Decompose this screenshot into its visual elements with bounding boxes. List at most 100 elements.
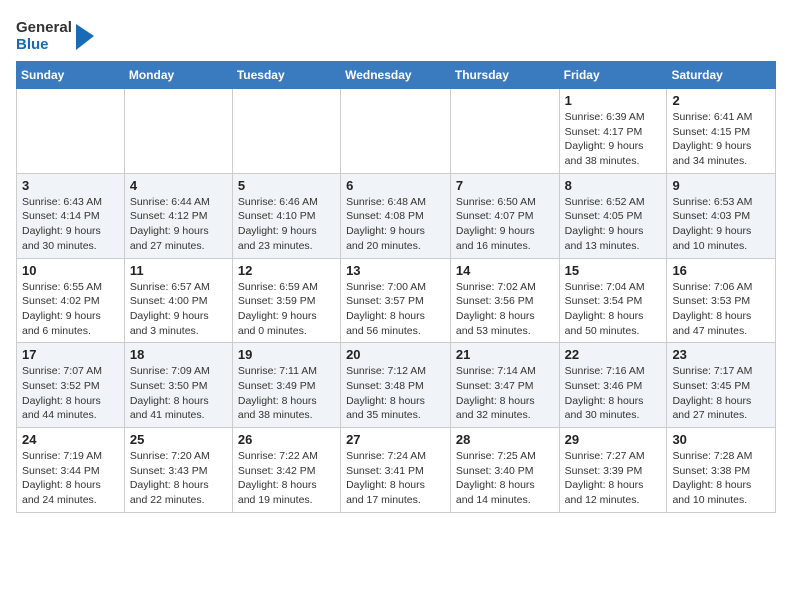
calendar-day-cell: 26 Sunrise: 7:22 AM Sunset: 3:42 PM Dayli… <box>232 428 340 513</box>
day-info: Sunrise: 6:52 AM Sunset: 4:05 PM Dayligh… <box>565 195 662 254</box>
calendar-day-cell: 28 Sunrise: 7:25 AM Sunset: 3:40 PM Dayli… <box>450 428 559 513</box>
calendar-day-cell: 17 Sunrise: 7:07 AM Sunset: 3:52 PM Dayli… <box>17 343 125 428</box>
day-number: 24 <box>22 432 119 447</box>
calendar-day-cell <box>341 89 451 174</box>
day-info: Sunrise: 7:25 AM Sunset: 3:40 PM Dayligh… <box>456 449 554 508</box>
calendar-day-cell: 21Sunrise: 7:14 AM Sunset: 3:47 PM Dayli… <box>450 343 559 428</box>
calendar-day-cell: 14 Sunrise: 7:02 AM Sunset: 3:56 PM Dayli… <box>450 258 559 343</box>
calendar-header-sunday: Sunday <box>17 62 125 89</box>
calendar-day-cell: 6 Sunrise: 6:48 AM Sunset: 4:08 PM Daylig… <box>341 173 451 258</box>
calendar-day-cell <box>124 89 232 174</box>
calendar-day-cell: 25Sunrise: 7:20 AM Sunset: 3:43 PM Dayli… <box>124 428 232 513</box>
day-number: 14 <box>456 263 554 278</box>
day-number: 13 <box>346 263 445 278</box>
day-number: 22 <box>565 347 662 362</box>
day-number: 25 <box>130 432 227 447</box>
day-info: Sunrise: 6:55 AM Sunset: 4:02 PM Dayligh… <box>22 280 119 339</box>
day-info: Sunrise: 7:17 AM Sunset: 3:45 PM Dayligh… <box>672 364 770 423</box>
calendar-day-cell: 15Sunrise: 7:04 AM Sunset: 3:54 PM Dayli… <box>559 258 667 343</box>
day-info: Sunrise: 7:12 AM Sunset: 3:48 PM Dayligh… <box>346 364 445 423</box>
calendar-day-cell: 11Sunrise: 6:57 AM Sunset: 4:00 PM Dayli… <box>124 258 232 343</box>
day-number: 26 <box>238 432 335 447</box>
day-number: 3 <box>22 178 119 193</box>
day-info: Sunrise: 6:57 AM Sunset: 4:00 PM Dayligh… <box>130 280 227 339</box>
day-info: Sunrise: 7:09 AM Sunset: 3:50 PM Dayligh… <box>130 364 227 423</box>
day-info: Sunrise: 6:44 AM Sunset: 4:12 PM Dayligh… <box>130 195 227 254</box>
day-info: Sunrise: 6:48 AM Sunset: 4:08 PM Dayligh… <box>346 195 445 254</box>
calendar-day-cell: 22 Sunrise: 7:16 AM Sunset: 3:46 PM Dayli… <box>559 343 667 428</box>
day-info: Sunrise: 7:27 AM Sunset: 3:39 PM Dayligh… <box>565 449 662 508</box>
calendar-day-cell: 8 Sunrise: 6:52 AM Sunset: 4:05 PM Daylig… <box>559 173 667 258</box>
calendar-day-cell: 5 Sunrise: 6:46 AM Sunset: 4:10 PM Daylig… <box>232 173 340 258</box>
calendar-week-row: 17 Sunrise: 7:07 AM Sunset: 3:52 PM Dayli… <box>17 343 776 428</box>
day-info: Sunrise: 7:07 AM Sunset: 3:52 PM Dayligh… <box>22 364 119 423</box>
calendar-day-cell: 1Sunrise: 6:39 AM Sunset: 4:17 PM Daylig… <box>559 89 667 174</box>
day-number: 6 <box>346 178 445 193</box>
day-number: 28 <box>456 432 554 447</box>
calendar-header-friday: Friday <box>559 62 667 89</box>
logo-general: General <box>16 20 72 37</box>
day-number: 27 <box>346 432 445 447</box>
day-info: Sunrise: 7:22 AM Sunset: 3:42 PM Dayligh… <box>238 449 335 508</box>
calendar-header-monday: Monday <box>124 62 232 89</box>
day-info: Sunrise: 7:24 AM Sunset: 3:41 PM Dayligh… <box>346 449 445 508</box>
calendar-day-cell: 2Sunrise: 6:41 AM Sunset: 4:15 PM Daylig… <box>667 89 776 174</box>
calendar-day-cell: 12 Sunrise: 6:59 AM Sunset: 3:59 PM Dayli… <box>232 258 340 343</box>
day-info: Sunrise: 7:14 AM Sunset: 3:47 PM Dayligh… <box>456 364 554 423</box>
day-number: 19 <box>238 347 335 362</box>
calendar-day-cell: 7Sunrise: 6:50 AM Sunset: 4:07 PM Daylig… <box>450 173 559 258</box>
day-info: Sunrise: 7:11 AM Sunset: 3:49 PM Dayligh… <box>238 364 335 423</box>
logo-triangle-icon <box>74 22 96 52</box>
day-info: Sunrise: 7:28 AM Sunset: 3:38 PM Dayligh… <box>672 449 770 508</box>
calendar-week-row: 1Sunrise: 6:39 AM Sunset: 4:17 PM Daylig… <box>17 89 776 174</box>
day-number: 10 <box>22 263 119 278</box>
day-number: 16 <box>672 263 770 278</box>
calendar-header-row: SundayMondayTuesdayWednesdayThursdayFrid… <box>17 62 776 89</box>
day-info: Sunrise: 6:59 AM Sunset: 3:59 PM Dayligh… <box>238 280 335 339</box>
day-number: 2 <box>672 93 770 108</box>
calendar-day-cell: 16 Sunrise: 7:06 AM Sunset: 3:53 PM Dayli… <box>667 258 776 343</box>
calendar-day-cell: 9Sunrise: 6:53 AM Sunset: 4:03 PM Daylig… <box>667 173 776 258</box>
day-number: 18 <box>130 347 227 362</box>
logo: General Blue <box>16 20 96 53</box>
day-number: 5 <box>238 178 335 193</box>
calendar-day-cell: 10 Sunrise: 6:55 AM Sunset: 4:02 PM Dayli… <box>17 258 125 343</box>
logo-blue: Blue <box>16 37 72 54</box>
day-number: 23 <box>672 347 770 362</box>
calendar-day-cell: 18 Sunrise: 7:09 AM Sunset: 3:50 PM Dayli… <box>124 343 232 428</box>
calendar-table: SundayMondayTuesdayWednesdayThursdayFrid… <box>16 61 776 513</box>
day-number: 4 <box>130 178 227 193</box>
day-info: Sunrise: 7:02 AM Sunset: 3:56 PM Dayligh… <box>456 280 554 339</box>
calendar-day-cell: 24Sunrise: 7:19 AM Sunset: 3:44 PM Dayli… <box>17 428 125 513</box>
calendar-header-thursday: Thursday <box>450 62 559 89</box>
calendar-day-cell <box>232 89 340 174</box>
calendar-day-cell: 27 Sunrise: 7:24 AM Sunset: 3:41 PM Dayli… <box>341 428 451 513</box>
day-info: Sunrise: 6:43 AM Sunset: 4:14 PM Dayligh… <box>22 195 119 254</box>
calendar-week-row: 24Sunrise: 7:19 AM Sunset: 3:44 PM Dayli… <box>17 428 776 513</box>
calendar-week-row: 3 Sunrise: 6:43 AM Sunset: 4:14 PM Daylig… <box>17 173 776 258</box>
calendar-header-wednesday: Wednesday <box>341 62 451 89</box>
day-number: 1 <box>565 93 662 108</box>
day-number: 20 <box>346 347 445 362</box>
day-number: 30 <box>672 432 770 447</box>
day-number: 15 <box>565 263 662 278</box>
calendar-header-saturday: Saturday <box>667 62 776 89</box>
calendar-day-cell <box>17 89 125 174</box>
calendar-day-cell <box>450 89 559 174</box>
day-info: Sunrise: 6:46 AM Sunset: 4:10 PM Dayligh… <box>238 195 335 254</box>
day-number: 8 <box>565 178 662 193</box>
day-number: 7 <box>456 178 554 193</box>
calendar-day-cell: 29Sunrise: 7:27 AM Sunset: 3:39 PM Dayli… <box>559 428 667 513</box>
day-info: Sunrise: 7:06 AM Sunset: 3:53 PM Dayligh… <box>672 280 770 339</box>
calendar-header-tuesday: Tuesday <box>232 62 340 89</box>
calendar-day-cell: 30 Sunrise: 7:28 AM Sunset: 3:38 PM Dayli… <box>667 428 776 513</box>
day-number: 17 <box>22 347 119 362</box>
calendar-week-row: 10 Sunrise: 6:55 AM Sunset: 4:02 PM Dayli… <box>17 258 776 343</box>
calendar-day-cell: 3 Sunrise: 6:43 AM Sunset: 4:14 PM Daylig… <box>17 173 125 258</box>
calendar-day-cell: 13 Sunrise: 7:00 AM Sunset: 3:57 PM Dayli… <box>341 258 451 343</box>
calendar-day-cell: 20 Sunrise: 7:12 AM Sunset: 3:48 PM Dayli… <box>341 343 451 428</box>
day-info: Sunrise: 7:16 AM Sunset: 3:46 PM Dayligh… <box>565 364 662 423</box>
day-number: 12 <box>238 263 335 278</box>
day-info: Sunrise: 7:00 AM Sunset: 3:57 PM Dayligh… <box>346 280 445 339</box>
day-number: 9 <box>672 178 770 193</box>
